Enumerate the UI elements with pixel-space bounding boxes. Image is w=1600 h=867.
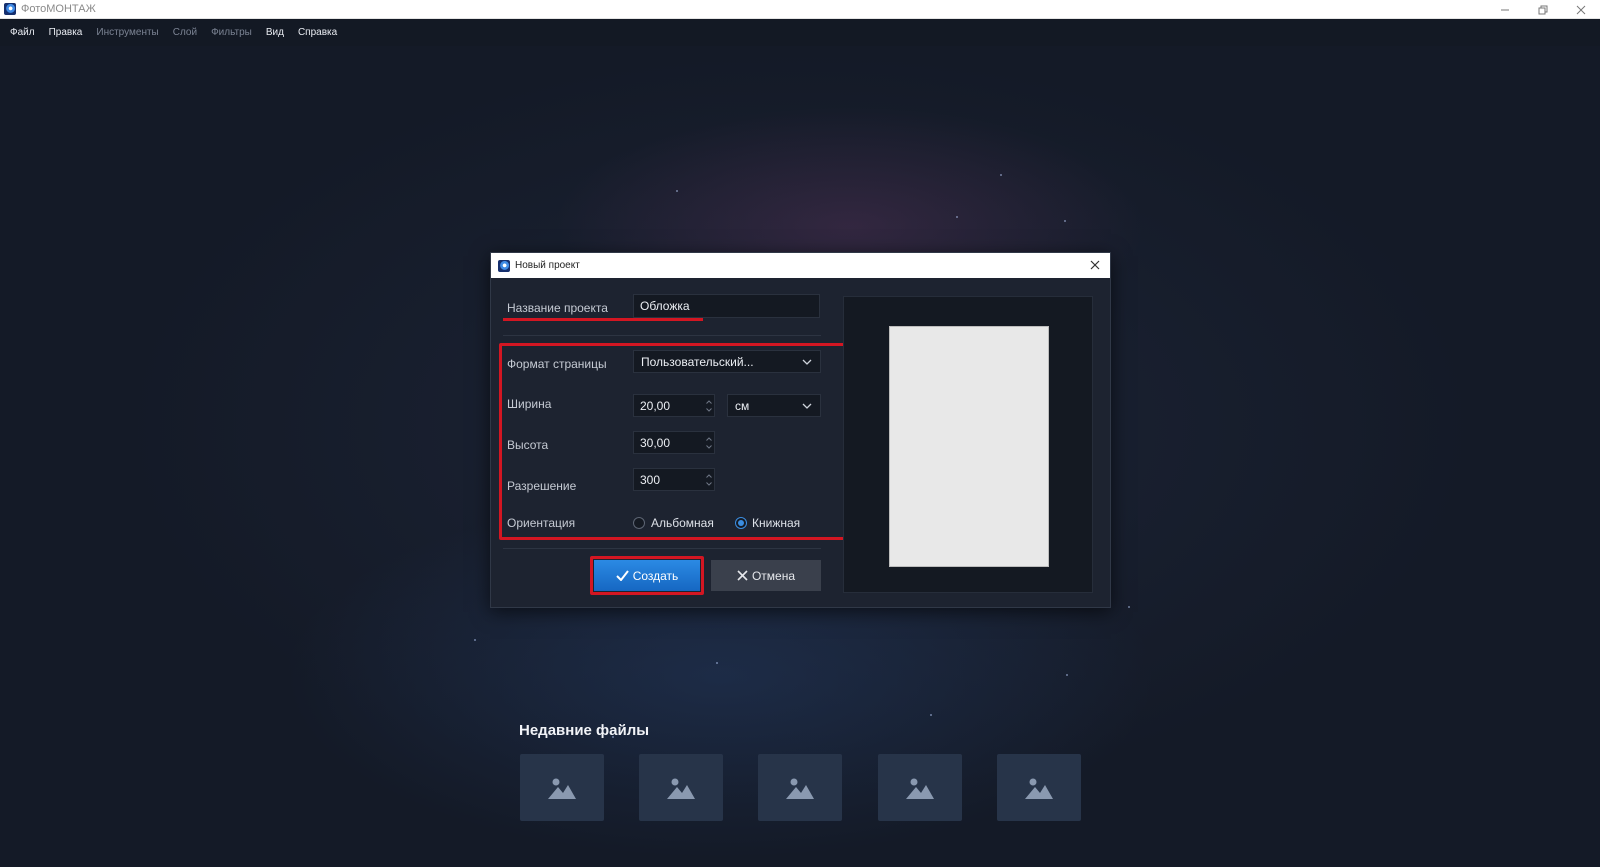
image-icon [786,778,814,799]
spin-down-button[interactable] [705,480,713,488]
width-label: Ширина [507,397,552,411]
page-preview-panel [843,296,1093,593]
menu-help[interactable]: Справка [298,27,337,38]
resolution-spin-arrows [703,469,714,490]
create-button[interactable]: Создать [594,560,700,591]
page-format-select[interactable]: Пользовательский... [633,350,821,373]
restore-icon [1538,5,1548,14]
resolution-spinbox[interactable]: 300 [633,468,715,491]
spin-up-button[interactable] [705,398,713,406]
height-label: Высота [507,438,549,452]
menu-bar: Файл Правка Инструменты Слой Фильтры Вид… [0,19,1600,46]
spin-up-button[interactable] [705,435,713,443]
project-name-highlight [503,318,703,321]
width-spin-arrows [703,395,714,416]
portrait-radio-label[interactable]: Книжная [752,516,800,530]
background-star [716,662,718,664]
menu-layer[interactable]: Слой [173,27,197,38]
resolution-value: 300 [640,472,661,487]
landscape-radio[interactable] [633,517,645,529]
cancel-button-label: Отмена [751,568,796,583]
unit-value: см [735,398,750,413]
chevron-up-icon [705,436,712,441]
window-controls [1486,0,1600,19]
background-star [676,190,678,192]
background-star [474,639,476,641]
height-spinbox[interactable]: 30,00 [633,431,715,454]
dialog-titlebar: Новый проект [491,253,1110,278]
recent-files-title: Недавние файлы [519,722,650,739]
background-star [956,216,958,218]
recent-file-thumbnail[interactable] [878,754,962,821]
height-value: 30,00 [640,435,671,450]
dialog-title: Новый проект [515,260,580,271]
unit-select[interactable]: см [727,394,821,417]
menu-file[interactable]: Файл [10,27,35,38]
image-icon [548,778,576,799]
chevron-up-icon [705,473,712,478]
landscape-radio-label[interactable]: Альбомная [651,516,714,530]
chevron-down-icon [802,359,812,365]
chevron-down-icon [705,481,712,486]
close-icon [1090,260,1100,270]
recent-file-thumbnail[interactable] [997,754,1081,821]
chevron-down-icon [705,444,712,449]
project-name-input[interactable]: Обложка [633,294,820,318]
background-star [1066,674,1068,676]
height-spin-arrows [703,432,714,453]
background-star [1000,174,1002,176]
dialog-close-button[interactable] [1088,258,1102,272]
background-star [1128,606,1130,608]
new-project-dialog: Новый проект Название проекта Обложка Фо… [490,252,1111,608]
page-format-label: Формат страницы [507,357,607,371]
portrait-radio[interactable] [735,517,747,529]
width-value: 20,00 [640,398,671,413]
recent-file-thumbnail[interactable] [639,754,723,821]
recent-file-thumbnail[interactable] [758,754,842,821]
chevron-down-icon [705,407,712,412]
background-star [930,714,932,716]
chevron-down-icon [802,403,812,409]
create-button-label: Создать [632,568,679,583]
spin-down-button[interactable] [705,406,713,414]
width-spinbox[interactable]: 20,00 [633,394,715,417]
dialog-logo-icon [498,259,510,272]
app-logo-icon [4,3,16,15]
dialog-divider [503,548,821,549]
menu-tools[interactable]: Инструменты [96,27,158,38]
app-title: ФотоМОНТАЖ [21,3,96,15]
page-format-value: Пользовательский... [641,354,754,369]
orientation-label: Ориентация [507,516,576,530]
image-icon [906,778,934,799]
menu-edit[interactable]: Правка [49,27,83,38]
close-icon [737,570,748,581]
restore-button[interactable] [1524,0,1562,19]
cancel-button[interactable]: Отмена [711,560,821,591]
menu-filters[interactable]: Фильтры [211,27,252,38]
project-name-label: Название проекта [507,301,608,315]
page-preview [889,326,1049,567]
close-window-button[interactable] [1562,0,1600,19]
checkmark-icon [615,570,629,581]
spin-down-button[interactable] [705,443,713,451]
menu-view[interactable]: Вид [266,27,284,38]
window-titlebar: ФотоМОНТАЖ [0,0,1600,19]
minimize-icon [1501,9,1509,10]
resolution-label: Разрешение [507,479,577,493]
dialog-divider [503,335,821,336]
recent-file-thumbnail[interactable] [520,754,604,821]
image-icon [667,778,695,799]
chevron-up-icon [705,399,712,404]
spin-up-button[interactable] [705,472,713,480]
close-icon [1576,5,1586,14]
minimize-button[interactable] [1486,0,1524,19]
image-icon [1025,778,1053,799]
background-star [1064,220,1066,222]
